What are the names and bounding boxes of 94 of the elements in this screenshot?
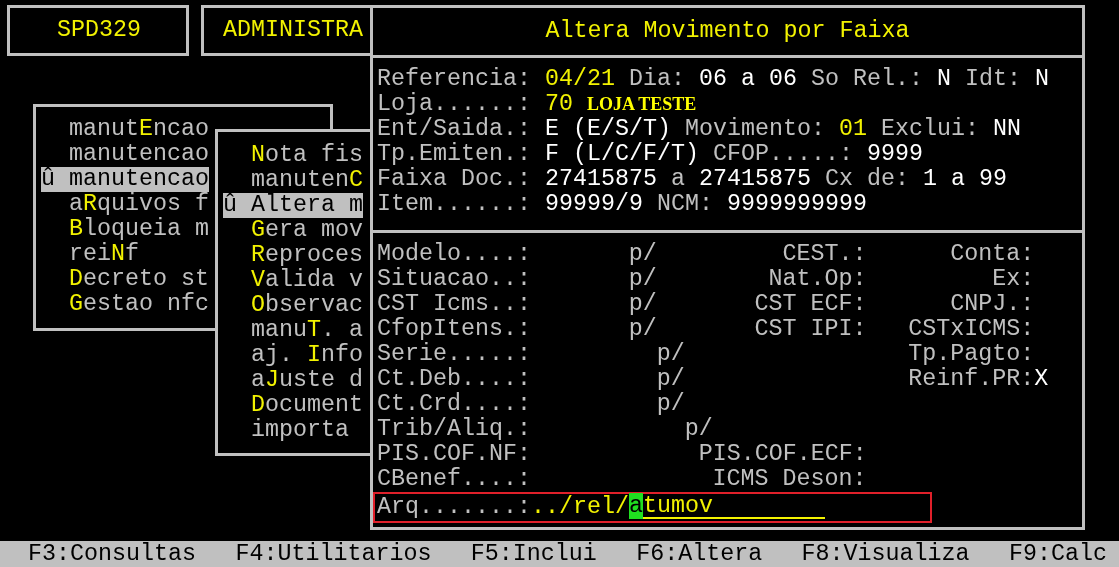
range-separator: p/ bbox=[656, 367, 685, 392]
field-label: Reinf.PR: bbox=[907, 367, 1035, 392]
field-label: PIS.COF.ECF: bbox=[698, 442, 867, 467]
menu-item[interactable]: aj. Info bbox=[223, 342, 363, 368]
field-value: 04/21 bbox=[545, 67, 615, 92]
field-label: Tp.Pagto: bbox=[907, 342, 1035, 367]
field-label: Arq.......: bbox=[377, 495, 531, 520]
function-key[interactable]: F4:Utilitarios bbox=[235, 541, 432, 567]
menu-item[interactable]: Bloqueia m bbox=[41, 217, 209, 242]
range-separator: p/ bbox=[628, 317, 657, 342]
field-label: CST ECF: bbox=[753, 292, 867, 317]
menu-item[interactable]: manutenC bbox=[223, 167, 363, 193]
function-key[interactable]: F3:Consultas bbox=[28, 541, 196, 567]
field-label: CST IPI: bbox=[753, 317, 867, 342]
field-value: NN bbox=[992, 117, 1021, 142]
field-value: N bbox=[936, 67, 951, 92]
menu-item[interactable]: reiNf bbox=[41, 242, 139, 267]
field-label: CSTxICMS: bbox=[907, 317, 1035, 342]
function-key[interactable]: F5:Inclui bbox=[470, 541, 597, 567]
field-label: Movimento: bbox=[684, 117, 825, 142]
field-label: CFOP.....: bbox=[712, 142, 853, 167]
function-key[interactable]: F8:Visualiza bbox=[801, 541, 970, 567]
menu-item[interactable]: Gera mov bbox=[223, 217, 363, 243]
range-separator: p/ bbox=[656, 392, 685, 417]
menu-item[interactable]: aJuste d bbox=[223, 367, 363, 393]
menu-item[interactable]: Valida v bbox=[223, 267, 363, 293]
range-separator: p/ bbox=[628, 242, 657, 267]
field-label: Exclui: bbox=[880, 117, 979, 142]
field-label: a bbox=[670, 167, 685, 192]
menu-item[interactable]: Nota fis bbox=[223, 142, 363, 168]
field-label: Serie.....: bbox=[377, 342, 531, 367]
field-label: Nat.Op: bbox=[767, 267, 867, 292]
menu-item[interactable]: manuT. a bbox=[223, 317, 363, 343]
field-label: CEST.: bbox=[781, 242, 867, 267]
field-label: Dia: bbox=[628, 67, 685, 92]
field-label: CNPJ.: bbox=[949, 292, 1035, 317]
field-label: Situacao..: bbox=[377, 267, 531, 292]
field-value: E (E/S/T) bbox=[545, 117, 671, 142]
dialog-title: Altera Movimento por Faixa bbox=[545, 19, 910, 44]
menu-item[interactable]: Reproces bbox=[223, 242, 363, 268]
field-label: Item......: bbox=[377, 192, 531, 217]
field-label: Ent/Saida.: bbox=[377, 117, 531, 142]
range-separator: p/ bbox=[628, 292, 657, 317]
field-label: Cx de: bbox=[824, 167, 909, 192]
field-value: 1 a 99 bbox=[922, 167, 1007, 192]
menu-item[interactable]: aRquivos f bbox=[41, 192, 209, 217]
field-value: N bbox=[1034, 67, 1049, 92]
menu-item[interactable]: Observac bbox=[223, 292, 363, 318]
range-separator: p/ bbox=[684, 417, 713, 442]
field-value: X bbox=[1034, 367, 1050, 392]
field-value: 06 a 06 bbox=[698, 67, 797, 92]
field-label: CfopItens.: bbox=[377, 317, 531, 342]
field-label: Faixa Doc.: bbox=[377, 167, 531, 192]
field-value: 70 bbox=[545, 92, 573, 117]
menu-item[interactable]: importa bbox=[223, 417, 349, 443]
field-label: Modelo....: bbox=[377, 242, 531, 267]
store-name: LOJA TESTE bbox=[586, 93, 697, 116]
function-key[interactable]: F6:Altera bbox=[636, 541, 763, 567]
field-label: Referencia: bbox=[377, 67, 531, 92]
field-value: F (L/C/F/T) bbox=[545, 142, 699, 167]
field-label: Ct.Deb....: bbox=[377, 367, 531, 392]
field-label: Idt: bbox=[964, 67, 1021, 92]
program-code: SPD329 bbox=[57, 18, 141, 43]
field-label: Trib/Aliq.: bbox=[377, 417, 531, 442]
menu-item[interactable]: Document bbox=[223, 392, 363, 418]
field-label: NCM: bbox=[656, 192, 713, 217]
menu-item[interactable]: û manutencao bbox=[41, 167, 209, 192]
menu-item[interactable]: manutEncao bbox=[41, 117, 209, 142]
field-value: 9999 bbox=[866, 142, 923, 167]
field-label: ICMS Deson: bbox=[711, 467, 867, 492]
menu-item[interactable]: Gestao nfc bbox=[41, 292, 209, 317]
field-value: 27415875 bbox=[698, 167, 811, 192]
input-field[interactable]: atumov bbox=[629, 496, 825, 519]
field-label: CBenef....: bbox=[377, 467, 531, 492]
menu-item[interactable]: Decreto st bbox=[41, 267, 209, 292]
field-label: Tp.Emiten.: bbox=[377, 142, 531, 167]
function-key[interactable]: F9:Calc bbox=[1008, 541, 1107, 567]
field-value: 99999/9 bbox=[545, 192, 643, 217]
field-label: Conta: bbox=[949, 242, 1035, 267]
field-value: 01 bbox=[838, 117, 867, 142]
field-label: Ct.Crd....: bbox=[377, 392, 531, 417]
field-label: Loja......: bbox=[377, 92, 531, 117]
menu-item[interactable]: manutencao bbox=[41, 142, 209, 167]
file-path: ../rel/ bbox=[531, 495, 629, 520]
module-name: ADMINISTRA bbox=[223, 18, 363, 43]
field-label: So Rel.: bbox=[810, 67, 923, 92]
field-label: Ex: bbox=[991, 267, 1035, 292]
menu-item[interactable]: û Altera m bbox=[223, 192, 363, 218]
field-value: 9999999999 bbox=[726, 192, 867, 217]
field-label: CST Icms..: bbox=[377, 292, 531, 317]
range-separator: p/ bbox=[628, 267, 657, 292]
range-separator: p/ bbox=[656, 342, 685, 367]
field-value: 27415875 bbox=[545, 167, 657, 192]
field-label: PIS.COF.NF: bbox=[377, 442, 531, 467]
